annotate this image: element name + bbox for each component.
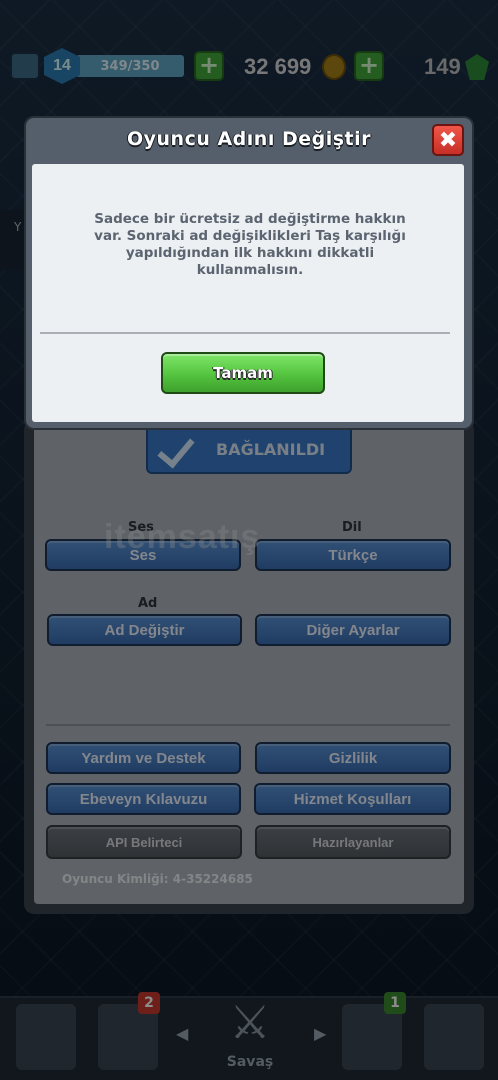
close-icon[interactable]: ✖ (432, 124, 464, 156)
dialog-message: Sadece bir ücretsiz ad değiştirme hakkın… (94, 211, 406, 278)
ok-button[interactable]: Tamam (161, 352, 325, 394)
dialog-divider (40, 332, 450, 334)
dialog-title: Oyuncu Adını Değiştir (126, 128, 371, 150)
